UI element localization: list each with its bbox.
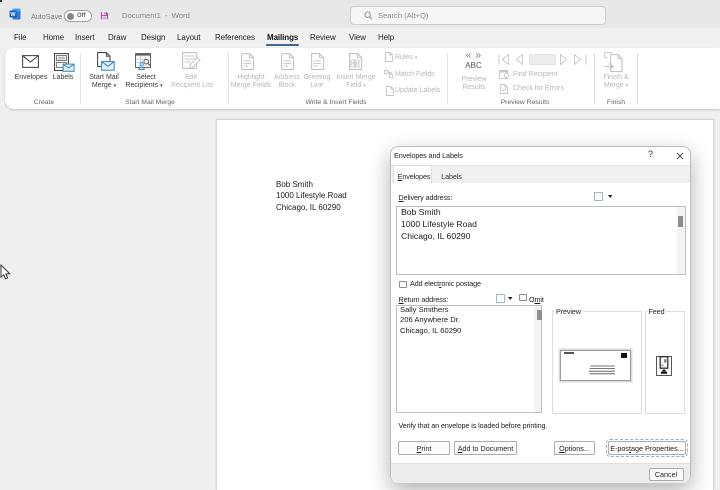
svg-text:W: W: [10, 12, 16, 18]
